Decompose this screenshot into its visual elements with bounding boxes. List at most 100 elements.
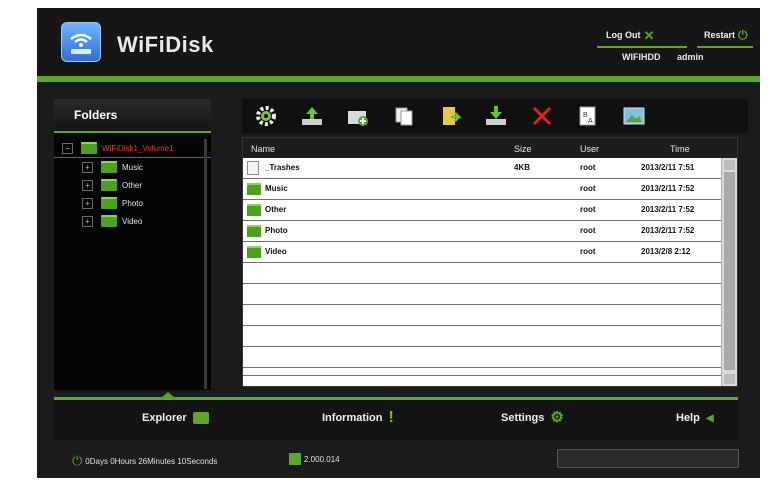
power-icon: ⏻ [72,453,83,468]
expand-icon[interactable]: + [82,161,93,173]
nav-explorer[interactable]: Explorer [142,412,209,424]
file-name: Photo [265,226,288,235]
gear-icon: ⚙ [550,409,564,426]
empty-row [243,326,721,347]
empty-row [243,368,721,376]
tree-root-label: WiFiDisk1_Volume1 [102,143,174,153]
tree-item-photo[interactable]: + Photo [54,194,211,212]
column-time[interactable]: Time [670,144,690,154]
table-row[interactable]: Photo root 2013/2/11 7:52 [243,221,721,242]
drive-icon [192,412,209,424]
table-row[interactable]: Other root 2013/2/11 7:52 [243,200,721,221]
active-caret-icon [161,392,175,398]
folder-tree: − WiFiDisk1_Volume1 + Music + Other + Ph… [54,133,211,230]
file-name: Video [265,247,287,256]
nav-settings-label: Settings [501,412,545,424]
power-icon: ⏻ [738,27,748,42]
column-name[interactable]: Name [251,144,275,154]
expand-icon[interactable]: + [82,197,93,209]
folder-icon [101,197,117,209]
settings-gear-icon [256,106,276,126]
tree-item-music[interactable]: + Music [54,158,211,176]
copy-button[interactable] [392,104,416,128]
table-row[interactable]: Video root 2013/2/8 2:12 [243,242,721,263]
username: admin [677,52,704,62]
delete-button[interactable] [530,104,554,128]
page: WiFiDisk Log Out ✕ Restart ⏻ WIFIHDD adm… [0,0,771,487]
collapse-icon[interactable]: − [62,142,73,154]
empty-row [243,263,721,284]
document-icon [247,161,259,175]
empty-row [243,347,721,368]
nav-help[interactable]: Help ◀ [676,412,714,424]
download-button[interactable] [484,104,508,128]
scroll-thumb[interactable] [724,172,735,370]
exclamation-icon: ! [388,409,394,426]
file-time: 2013/2/11 7:51 [641,163,695,172]
close-x-icon: ✕ [643,27,655,43]
tree-item-other[interactable]: + Other [54,176,211,194]
upload-button[interactable] [300,104,324,128]
file-list-header: Name Size User Time [243,138,737,158]
folders-title: Folders [54,99,211,133]
settings-gear-button[interactable] [254,104,278,128]
folder-icon [101,179,117,191]
file-user: root [580,205,596,214]
add-folder-button[interactable] [346,104,370,128]
file-user: root [580,247,596,256]
expand-icon[interactable]: + [82,215,93,227]
delete-icon [532,106,552,126]
tree-scrollbar[interactable] [204,139,207,389]
brand-title: WiFiDisk [117,32,214,57]
file-name: _Trashes [265,163,300,172]
nav-settings[interactable]: Settings ⚙ [501,409,564,426]
upload-icon [302,107,322,125]
arrow-left-icon: ◀ [705,412,714,424]
folder-icon [247,225,261,237]
empty-row [243,305,721,326]
file-name: Music [265,184,288,193]
rename-button[interactable]: B A [576,104,600,128]
column-size[interactable]: Size [514,144,532,154]
box-icon [289,453,301,465]
tree-root-volume[interactable]: − WiFiDisk1_Volume1 [54,139,211,158]
status-bar: ⏻ 0Days 0Hours 26Minutes 10Seconds 2.000… [54,441,739,478]
header: WiFiDisk Log Out ✕ Restart ⏻ WIFIHDD adm… [37,8,760,76]
uptime-text: 0Days 0Hours 26Minutes 10Seconds [85,456,218,466]
preview-button[interactable] [622,104,646,128]
logout-label: Log Out [606,30,641,40]
drive-icon [81,142,97,154]
table-row[interactable]: Music root 2013/2/11 7:52 [243,179,721,200]
restart-button[interactable]: Restart ⏻ [704,27,748,42]
status-box [557,449,739,468]
folder-icon [247,246,261,258]
nav-information[interactable]: Information ! [322,409,394,426]
tree-item-label: Photo [122,198,143,208]
scroll-up-icon[interactable] [724,160,735,170]
folder-icon [247,183,261,195]
folder-icon [247,204,261,216]
add-folder-icon [348,111,368,126]
download-icon [486,106,506,125]
file-size: 4KB [514,163,531,172]
move-button[interactable] [438,104,462,128]
scroll-down-icon[interactable] [724,374,735,384]
copy-icon [395,107,413,126]
file-list-scrollbar[interactable] [721,158,737,386]
logout-button[interactable]: Log Out ✕ [606,27,655,43]
table-row[interactable]: _Trashes 4KB root 2013/2/11 7:51 [243,158,721,179]
wifi-logo-icon [61,22,101,62]
restart-label: Restart [704,30,736,40]
rename-icon: B A [579,106,596,126]
version-status: 2.000.014 [289,453,340,465]
tree-item-label: Other [122,180,143,190]
column-user[interactable]: User [580,144,599,154]
nav-explorer-label: Explorer [142,412,187,424]
header-divider [37,76,760,82]
preview-icon [623,107,645,125]
file-list: Name Size User Time _Trashes 4KB root 20… [242,137,738,387]
expand-icon[interactable]: + [82,179,93,191]
restart-underline [697,46,753,48]
empty-row [243,284,721,305]
tree-item-video[interactable]: + Video [54,212,211,230]
